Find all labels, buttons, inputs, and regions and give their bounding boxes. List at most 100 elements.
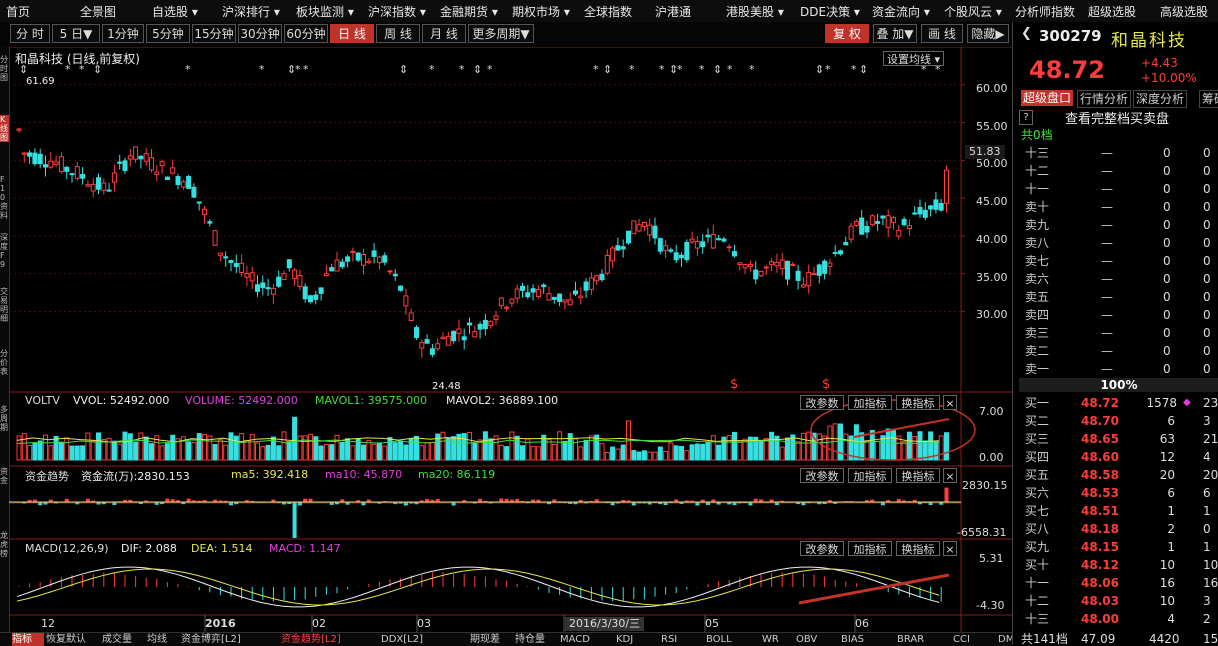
top-menu-item[interactable]: 沪深排行 ▾ bbox=[222, 3, 280, 20]
indicator-tab[interactable]: BIAS bbox=[841, 633, 895, 646]
bid-row[interactable]: 买八 48.18 2 0 bbox=[1013, 520, 1218, 538]
left-view-item[interactable]: 资金 bbox=[0, 467, 9, 485]
indicator-tab[interactable]: 指标 bbox=[12, 633, 44, 646]
top-menu-item[interactable]: 个股风云 ▾ bbox=[944, 3, 1002, 20]
left-view-item[interactable]: 交易明细 bbox=[0, 287, 9, 323]
period-button[interactable]: 60分钟 bbox=[284, 24, 328, 43]
full-order-book-link[interactable]: 查看完整档买卖盘 bbox=[1065, 108, 1169, 127]
left-view-item[interactable]: 深度F9 bbox=[0, 233, 9, 269]
period-button[interactable]: 分 时 bbox=[10, 24, 50, 43]
indicator-tab[interactable]: WR bbox=[762, 633, 794, 646]
left-view-item[interactable]: 多周期 bbox=[0, 405, 9, 432]
top-menu-item[interactable]: 超级选股 bbox=[1088, 3, 1136, 20]
top-menu-item[interactable]: 沪深指数 ▾ bbox=[368, 3, 426, 20]
bid-row[interactable]: 买九 48.15 1 1 bbox=[1013, 538, 1218, 556]
left-view-item[interactable]: 龙虎榜 bbox=[0, 531, 9, 558]
bid-row[interactable]: 买二 48.70 6 3 bbox=[1013, 412, 1218, 430]
left-view-item[interactable]: K线图 bbox=[0, 115, 9, 142]
period-button[interactable]: 1分钟 bbox=[102, 24, 144, 43]
ask-row[interactable]: 卖十 — 0 0 bbox=[1013, 198, 1218, 216]
quote-tab[interactable]: 深度分析 bbox=[1133, 90, 1188, 108]
ask-row[interactable]: 卖七 — 0 0 bbox=[1013, 252, 1218, 270]
indicator-tab[interactable]: CCI bbox=[953, 633, 996, 646]
bid-row[interactable]: 十二 48.03 10 3 bbox=[1013, 592, 1218, 610]
ma-settings-button[interactable]: 设置均线 ▾ bbox=[883, 51, 945, 66]
top-menu-item[interactable]: 分析师指数 bbox=[1015, 3, 1075, 20]
indicator-tab[interactable]: OBV bbox=[796, 633, 839, 646]
period-button[interactable]: 月 线 bbox=[422, 24, 466, 43]
indicator-tab[interactable]: BRAR bbox=[897, 633, 951, 646]
close-panel-button[interactable]: × bbox=[943, 541, 957, 556]
top-menu-item[interactable]: 金融期货 ▾ bbox=[440, 3, 498, 20]
bid-row[interactable]: 买四 48.60 12 4 bbox=[1013, 448, 1218, 466]
period-button[interactable]: 5 日▼ bbox=[52, 24, 100, 43]
top-menu-item[interactable]: 板块监测 ▾ bbox=[296, 3, 354, 20]
bid-row[interactable]: 十三 48.00 4 2 bbox=[1013, 610, 1218, 628]
ask-row[interactable]: 卖九 — 0 0 bbox=[1013, 216, 1218, 234]
toolbar-option-button[interactable]: 复 权 bbox=[825, 24, 869, 43]
ask-row[interactable]: 卖五 — 0 0 bbox=[1013, 288, 1218, 306]
close-panel-button[interactable]: × bbox=[943, 395, 957, 410]
bid-row[interactable]: 十一 48.06 16 16 bbox=[1013, 574, 1218, 592]
indicator-tab[interactable]: BOLL bbox=[706, 633, 760, 646]
ask-row[interactable]: 十三 — 0 0 bbox=[1013, 144, 1218, 162]
top-menu-item[interactable]: 高级选股 bbox=[1160, 3, 1208, 20]
indicator-tab[interactable]: MACD bbox=[560, 633, 614, 646]
period-button[interactable]: 更多周期▼ bbox=[468, 24, 534, 43]
ask-row[interactable]: 十二 — 0 0 bbox=[1013, 162, 1218, 180]
ask-row[interactable]: 卖一 — 0 0 bbox=[1013, 360, 1218, 378]
panel-action-button[interactable]: 加指标 bbox=[848, 468, 892, 483]
panel-action-button[interactable]: 改参数 bbox=[800, 541, 844, 556]
indicator-tab[interactable]: 资金博弈[L2] bbox=[181, 633, 279, 646]
indicator-tab[interactable]: 期现差 bbox=[470, 633, 513, 646]
quote-tab[interactable]: 超级盘口 bbox=[1021, 90, 1074, 106]
scroll-left-icon[interactable]: ❮ bbox=[1021, 26, 1032, 41]
top-menu-item[interactable]: 资金流向 ▾ bbox=[872, 3, 930, 20]
period-button[interactable]: 30分钟 bbox=[238, 24, 282, 43]
period-button[interactable]: 周 线 bbox=[376, 24, 420, 43]
close-panel-button[interactable]: × bbox=[943, 468, 957, 483]
panel-action-button[interactable]: 换指标 bbox=[896, 468, 940, 483]
panel-action-button[interactable]: 换指标 bbox=[896, 395, 940, 410]
panel-action-button[interactable]: 改参数 bbox=[800, 395, 844, 410]
top-menu-item[interactable]: 港股美股 ▾ bbox=[726, 3, 784, 20]
indicator-tab[interactable]: 成交量 bbox=[102, 633, 145, 646]
ask-row[interactable]: 卖六 — 0 0 bbox=[1013, 270, 1218, 288]
top-menu-item[interactable]: 自选股 ▾ bbox=[152, 3, 198, 20]
indicator-tab[interactable]: DMI bbox=[998, 633, 1012, 646]
panel-action-button[interactable]: 加指标 bbox=[848, 541, 892, 556]
help-icon[interactable]: ? bbox=[1019, 110, 1033, 125]
left-view-item[interactable]: F10资料 bbox=[0, 175, 9, 220]
ask-row[interactable]: 卖二 — 0 0 bbox=[1013, 342, 1218, 360]
panel-action-button[interactable]: 换指标 bbox=[896, 541, 940, 556]
top-menu-item[interactable]: 期权市场 ▾ bbox=[512, 3, 570, 20]
period-button[interactable]: 15分钟 bbox=[192, 24, 236, 43]
panel-action-button[interactable]: 改参数 bbox=[800, 468, 844, 483]
toolbar-option-button[interactable]: 画 线 bbox=[921, 24, 963, 43]
top-menu-item[interactable]: 全球指数 bbox=[584, 3, 632, 20]
indicator-tab[interactable]: 恢复默认 bbox=[46, 633, 100, 646]
left-view-item[interactable]: 分价表 bbox=[0, 349, 9, 376]
bid-row[interactable]: 买一 48.72 1578 ◆ 23 bbox=[1013, 394, 1218, 412]
indicator-tab[interactable]: 均线 bbox=[147, 633, 179, 646]
period-button[interactable]: 日 线 bbox=[330, 24, 374, 43]
top-menu-item[interactable]: 首页 bbox=[6, 3, 30, 20]
toolbar-option-button[interactable]: 隐藏▶ bbox=[967, 24, 1009, 43]
left-view-item[interactable]: 分时图 bbox=[0, 55, 9, 82]
indicator-tab[interactable]: 资金趋势[L2] bbox=[281, 633, 379, 646]
quote-tab[interactable]: 行情分析 bbox=[1077, 90, 1132, 108]
bid-row[interactable]: 买六 48.53 6 6 bbox=[1013, 484, 1218, 502]
bid-row[interactable]: 买五 48.58 20 20 bbox=[1013, 466, 1218, 484]
top-menu-item[interactable]: 全景图 bbox=[80, 3, 116, 20]
ask-row[interactable]: 卖三 — 0 0 bbox=[1013, 324, 1218, 342]
ask-row[interactable]: 十一 — 0 0 bbox=[1013, 180, 1218, 198]
indicator-tab[interactable]: 持仓量 bbox=[515, 633, 558, 646]
toolbar-option-button[interactable]: 叠 加▼ bbox=[873, 24, 917, 43]
top-menu-item[interactable]: DDE决策 ▾ bbox=[800, 3, 860, 20]
panel-action-button[interactable]: 加指标 bbox=[848, 395, 892, 410]
bid-row[interactable]: 买十 48.12 10 10 bbox=[1013, 556, 1218, 574]
ask-row[interactable]: 卖八 — 0 0 bbox=[1013, 234, 1218, 252]
indicator-tab[interactable]: DDX[L2] bbox=[381, 633, 468, 646]
period-button[interactable]: 5分钟 bbox=[146, 24, 190, 43]
indicator-tab[interactable]: KDJ bbox=[616, 633, 659, 646]
